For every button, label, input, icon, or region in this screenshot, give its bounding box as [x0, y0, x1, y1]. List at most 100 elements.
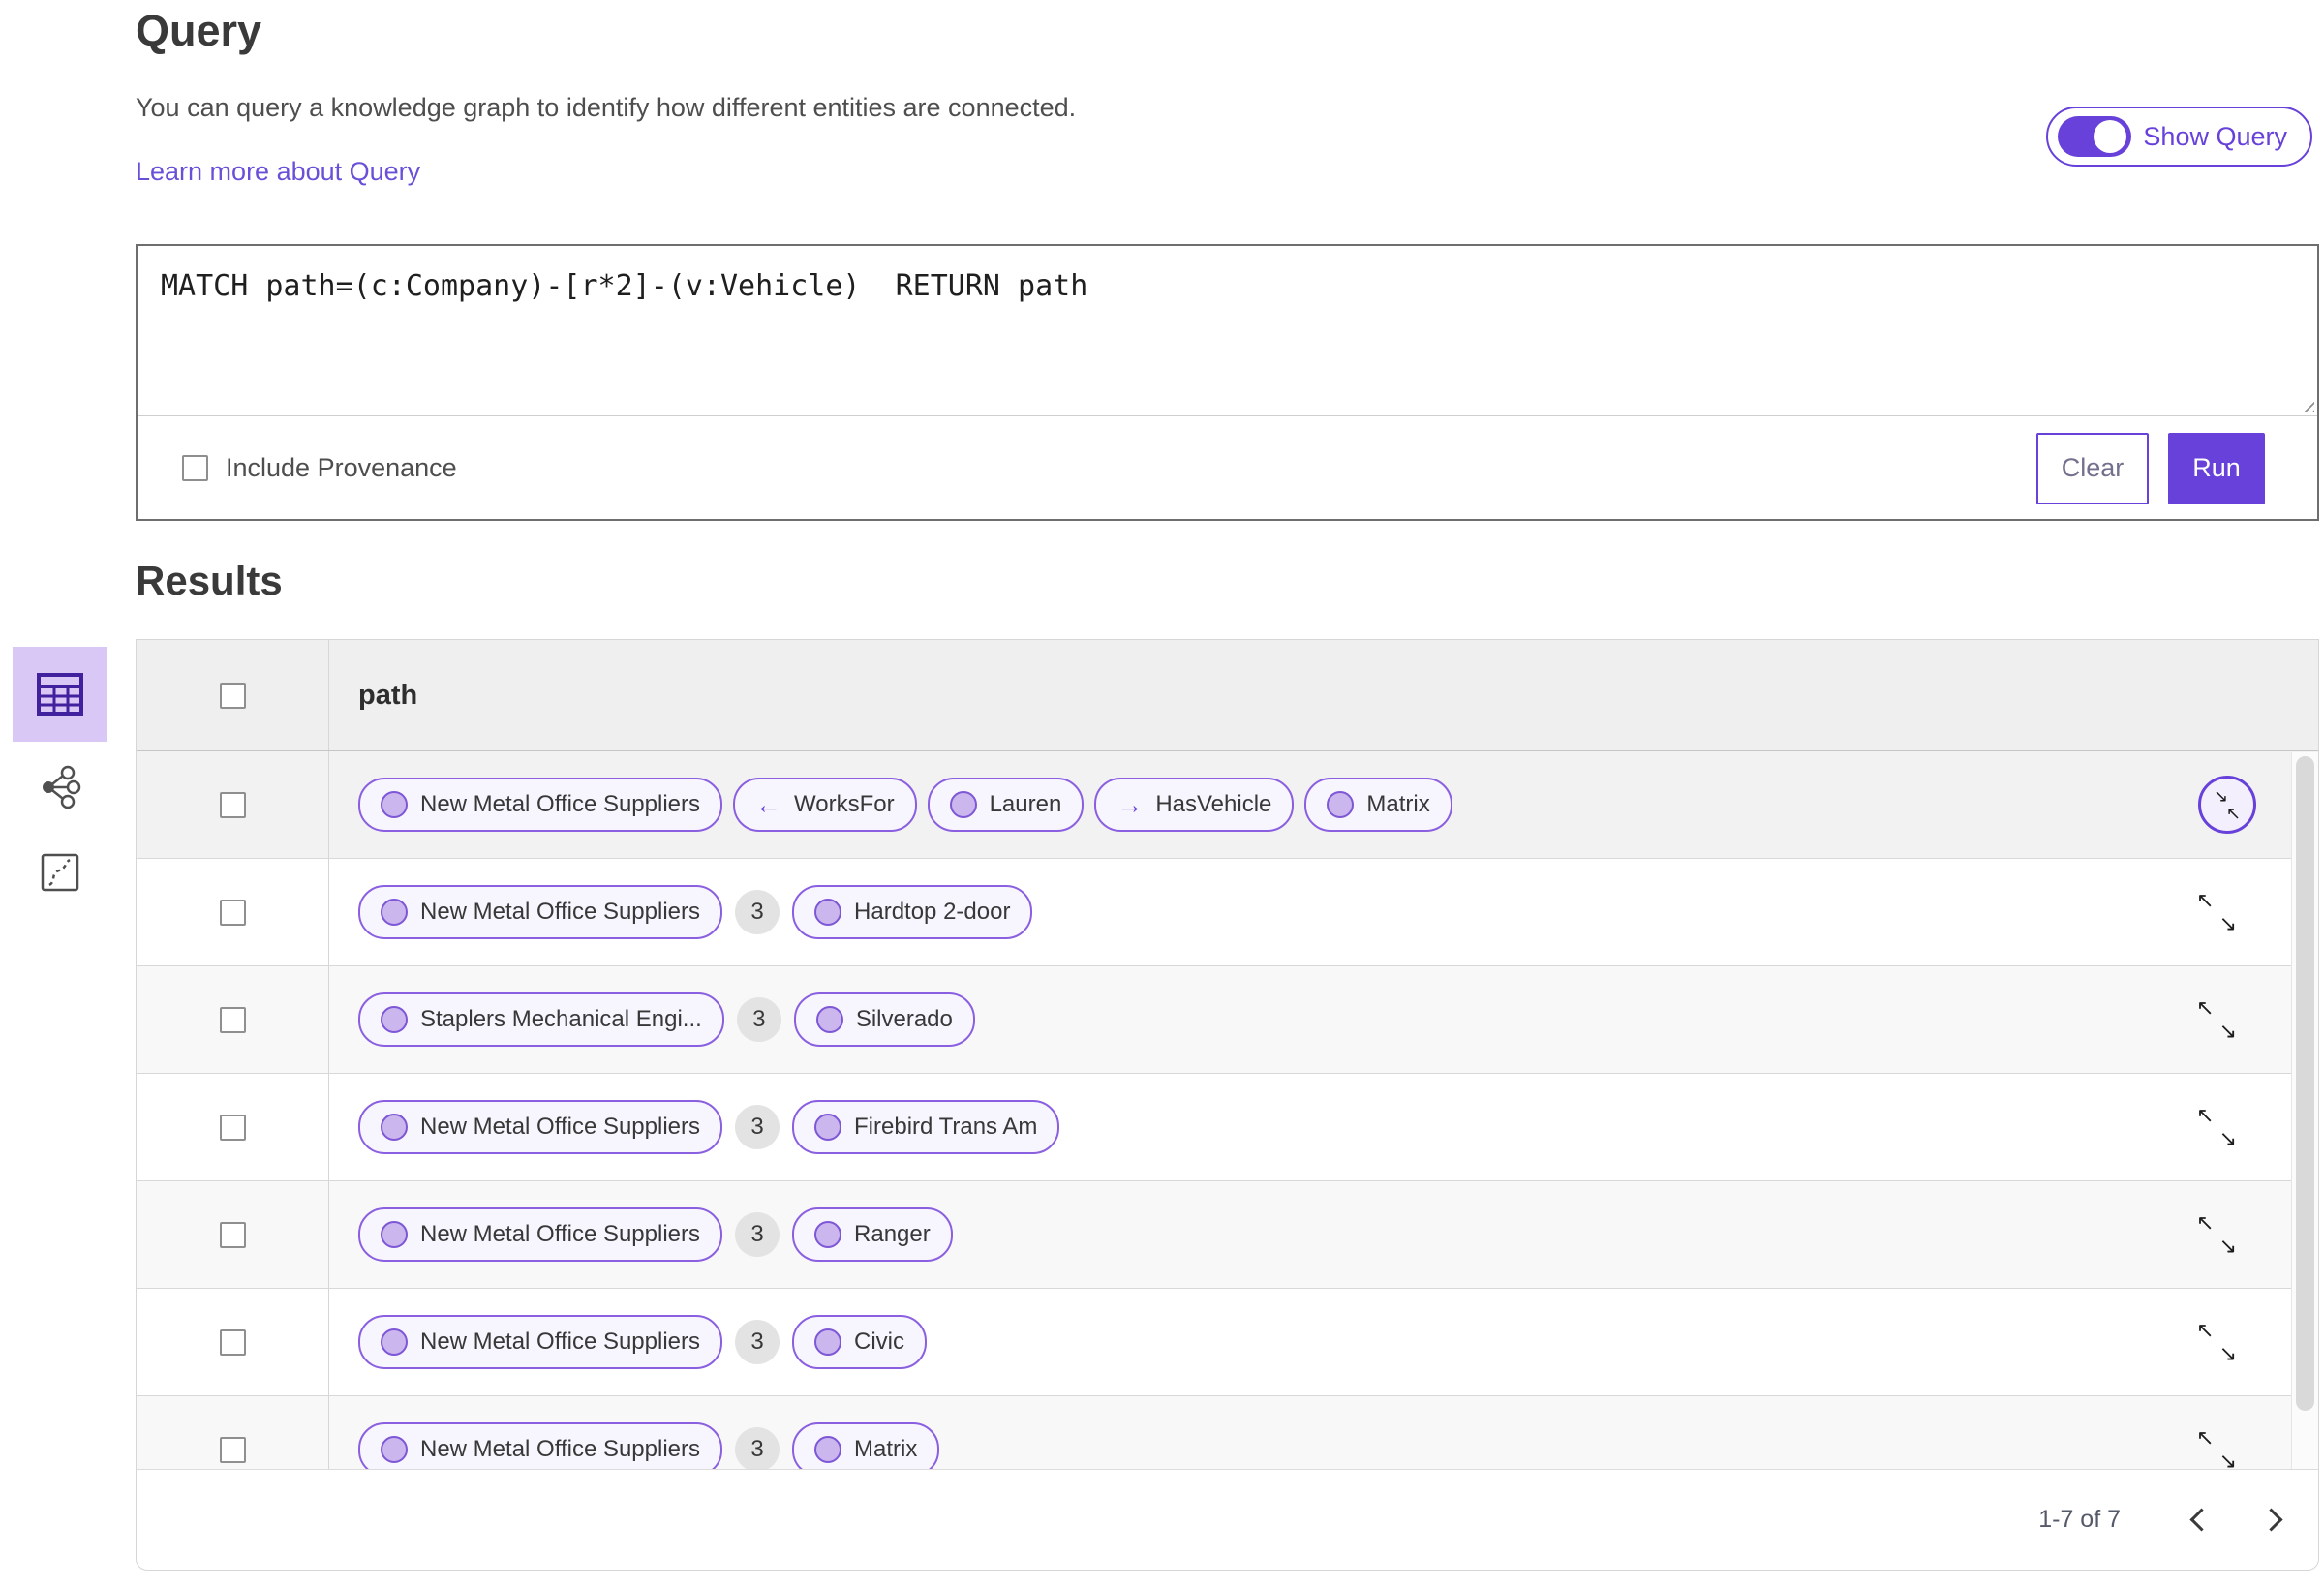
relationship-label: WorksFor [794, 791, 895, 817]
arrow-nw-icon: ↖ [2196, 888, 2215, 912]
node-circle-icon [814, 1436, 842, 1463]
expand-row-button[interactable]: ↖ ↘ [2196, 1318, 2237, 1365]
expand-row-button[interactable]: ↖ ↘ [2196, 888, 2237, 935]
expand-row-button[interactable]: ↖ ↘ [2196, 1210, 2237, 1258]
vertical-scrollbar[interactable] [2291, 752, 2318, 1469]
view-switcher [13, 647, 107, 892]
path-column-header: path [358, 679, 418, 711]
chevron-left-icon [2188, 1508, 2214, 1532]
arrow-se-icon: ↘ [2218, 1234, 2237, 1258]
graph-view-button[interactable] [13, 765, 107, 809]
node-label: New Metal Office Suppliers [420, 899, 701, 925]
node-chip[interactable]: Ranger [792, 1207, 953, 1262]
arrow-nw-icon: ↖ [2196, 1210, 2215, 1235]
arrow-se-icon: ↘ [2218, 1126, 2237, 1150]
row-checkbox[interactable] [219, 1114, 246, 1141]
show-query-toggle[interactable]: Show Query [2046, 107, 2312, 167]
node-circle-icon [381, 1328, 408, 1356]
node-circle-icon [381, 1436, 408, 1463]
node-chip[interactable]: New Metal Office Suppliers [358, 885, 723, 939]
next-page-button[interactable] [2252, 1499, 2295, 1542]
map-view-button[interactable] [13, 852, 107, 893]
row-checkbox[interactable] [219, 1006, 246, 1033]
node-label: Staplers Mechanical Engi... [420, 1006, 702, 1032]
arrow-right-icon: → [1116, 789, 1144, 819]
results-title: Results [136, 558, 283, 603]
run-button[interactable]: Run [2168, 432, 2265, 504]
node-chip[interactable]: Silverado [793, 992, 975, 1047]
node-label: New Metal Office Suppliers [420, 791, 701, 817]
expand-row-button[interactable]: ↖ ↘ [2196, 1103, 2237, 1150]
hop-count-badge: 3 [735, 1320, 780, 1364]
show-query-label: Show Query [2143, 121, 2287, 151]
collapse-row-button[interactable]: ↘ ↖ [2198, 776, 2256, 834]
node-chip[interactable]: Civic [792, 1315, 928, 1369]
row-checkbox[interactable] [219, 1221, 246, 1248]
select-all-cell [137, 640, 329, 750]
resize-handle-icon[interactable] [2298, 396, 2314, 412]
pagination-bar: 1-7 of 7 [137, 1469, 2318, 1570]
row-checkbox[interactable] [219, 1436, 246, 1463]
node-chip[interactable]: Lauren [927, 778, 1085, 832]
prev-page-button[interactable] [2177, 1499, 2219, 1542]
toggle-switch-icon[interactable] [2058, 116, 2132, 157]
table-row: New Metal Office Suppliers 3 Hardtop 2-doo… [137, 859, 2318, 966]
table-row: New Metal Office Suppliers 3 Firebird Tran… [137, 1074, 2318, 1181]
provenance-checkbox[interactable] [182, 455, 208, 481]
results-rows: New Metal Office Suppliers ← WorksFor Laure… [137, 751, 2318, 1504]
node-circle-icon [381, 791, 408, 818]
hop-count-badge: 3 [735, 890, 780, 934]
clear-button[interactable]: Clear [2036, 432, 2149, 504]
node-chip[interactable]: New Metal Office Suppliers [358, 778, 723, 832]
node-chip[interactable]: New Metal Office Suppliers [358, 1207, 723, 1262]
path-cell: New Metal Office Suppliers 3 Civic [329, 1289, 2318, 1395]
arrow-left-icon: ← [755, 789, 782, 819]
select-all-checkbox[interactable] [219, 682, 246, 709]
node-label: Matrix [854, 1436, 918, 1462]
graph-icon [43, 765, 81, 809]
expand-row-button[interactable]: ↖ ↘ [2196, 995, 2237, 1042]
node-label: Civic [854, 1328, 905, 1355]
scrollbar-thumb[interactable] [2296, 756, 2314, 1411]
query-textarea[interactable]: MATCH path=(c:Company)-[r*2]-(v:Vehicle)… [138, 246, 2317, 416]
node-circle-icon [814, 1114, 842, 1141]
node-label: New Metal Office Suppliers [420, 1436, 701, 1462]
node-chip[interactable]: New Metal Office Suppliers [358, 1100, 723, 1154]
node-circle-icon [381, 1114, 408, 1141]
learn-more-link[interactable]: Learn more about Query [136, 157, 420, 187]
node-circle-icon [814, 1328, 842, 1356]
row-checkbox[interactable] [219, 791, 246, 818]
arrow-nw-icon: ↖ [2196, 995, 2215, 1020]
arrow-se-icon: ↘ [2214, 786, 2229, 806]
table-view-button[interactable] [13, 647, 107, 742]
arrow-se-icon: ↘ [2218, 911, 2237, 935]
path-cell: New Metal Office Suppliers ← WorksFor Laure… [329, 751, 2318, 858]
hop-count-badge: 3 [735, 1427, 780, 1472]
arrow-se-icon: ↘ [2218, 1341, 2237, 1365]
path-cell: Staplers Mechanical Engi... 3 Silverado [329, 966, 2318, 1073]
results-table: path New Metal Office Suppliers ← WorksFor… [136, 639, 2319, 1571]
path-header-cell: path [329, 640, 2318, 750]
node-chip[interactable]: Matrix [1304, 778, 1452, 832]
node-chip[interactable]: Hardtop 2-door [792, 885, 1033, 939]
relationship-chip[interactable]: → HasVehicle [1094, 778, 1295, 832]
node-chip[interactable]: New Metal Office Suppliers [358, 1315, 723, 1369]
expand-row-button[interactable]: ↖ ↘ [2196, 1427, 2237, 1472]
node-circle-icon [381, 1221, 408, 1248]
table-row: Staplers Mechanical Engi... 3 Silverado ↖ ↘ [137, 966, 2318, 1074]
row-checkbox[interactable] [219, 899, 246, 926]
editor-buttons: Clear Run [2036, 432, 2265, 504]
arrow-nw-icon: ↖ [2196, 1103, 2215, 1127]
node-chip[interactable]: Staplers Mechanical Engi... [358, 992, 724, 1047]
row-select-cell [137, 966, 329, 1073]
row-checkbox[interactable] [219, 1328, 246, 1356]
table-icon [37, 673, 83, 716]
node-circle-icon [381, 1006, 408, 1033]
table-row: New Metal Office Suppliers 3 Ranger ↖ ↘ [137, 1181, 2318, 1289]
node-circle-icon [1327, 791, 1355, 818]
include-provenance-option[interactable]: Include Provenance [182, 453, 457, 483]
relationship-label: HasVehicle [1155, 791, 1272, 817]
relationship-chip[interactable]: ← WorksFor [733, 778, 917, 832]
node-chip[interactable]: Firebird Trans Am [792, 1100, 1060, 1154]
arrow-nw-icon: ↖ [2196, 1318, 2215, 1342]
